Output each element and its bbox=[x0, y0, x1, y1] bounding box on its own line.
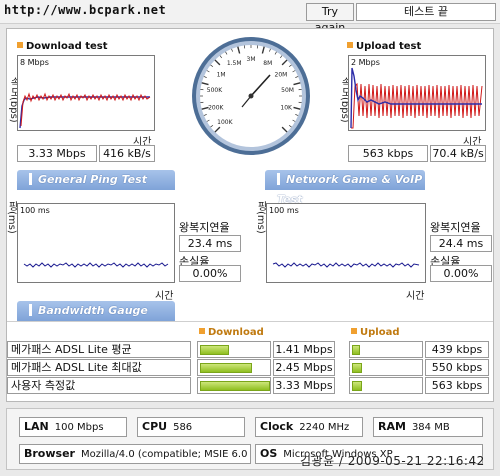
download-bar bbox=[197, 359, 271, 376]
upload-bar bbox=[349, 341, 423, 358]
game-rtt-label: 왕복지연율 bbox=[430, 221, 481, 234]
download-bar bbox=[197, 377, 271, 394]
upload-title: Upload test bbox=[347, 41, 421, 52]
gauge-scale-label: 3M bbox=[247, 56, 256, 63]
cpu-value: 586 bbox=[173, 422, 193, 433]
upload-kbps-value: 563 kbps bbox=[348, 145, 428, 162]
bandwidth-row-label: 메가패스 ADSL Lite 최대값 bbox=[7, 359, 191, 376]
upload-bar-fill bbox=[352, 345, 360, 355]
download-row-value: 2.45 Mbps bbox=[273, 359, 335, 376]
upload-bar bbox=[349, 377, 423, 394]
divider bbox=[7, 321, 493, 322]
upload-kbs-value: 70.4 kB/s bbox=[430, 145, 486, 162]
gauge-hub bbox=[248, 93, 254, 99]
bandwidth-upload-header: Upload bbox=[351, 327, 399, 338]
upload-bar-fill bbox=[352, 363, 362, 373]
clock-value: 2240 MHz bbox=[299, 422, 350, 433]
gauge-scale-label: 10K bbox=[280, 104, 293, 111]
gauge-scale-label: 20M bbox=[275, 71, 288, 78]
cpu-label: CPU bbox=[142, 420, 168, 433]
ping-x-axis-label: 시간 bbox=[155, 291, 174, 302]
os-label: OS bbox=[260, 447, 278, 460]
download-bar-fill bbox=[200, 381, 270, 391]
download-bar-fill bbox=[200, 345, 229, 355]
download-bar-fill bbox=[200, 363, 252, 373]
game-x-axis-label: 시간 bbox=[406, 291, 425, 302]
ram-info: RAM 384 MB bbox=[373, 417, 483, 437]
bullet-icon bbox=[351, 328, 357, 334]
lan-info: LAN 100 Mbps bbox=[19, 417, 127, 437]
download-row-value: 1.41 Mbps bbox=[273, 341, 335, 358]
gauge-scale-label: 1M bbox=[217, 71, 226, 78]
browser-label: Browser bbox=[24, 447, 75, 460]
gauge-scale-label: 500K bbox=[207, 87, 223, 94]
banner-tick-icon bbox=[29, 173, 32, 185]
results-panel: Download test 속도(bps) 8 Mbps 시간 3.33 Mbp… bbox=[6, 28, 494, 402]
timestamp-watermark: 김광윤 / 2009-05-21 22:16:42 bbox=[300, 454, 485, 468]
test-status-field: 테스트 끝 bbox=[356, 3, 496, 21]
ping-trace bbox=[23, 262, 169, 268]
gauge-scale-label: 200K bbox=[208, 104, 224, 111]
site-url[interactable]: http://www.bcpark.net bbox=[4, 3, 166, 17]
download-graph: 8 Mbps bbox=[17, 55, 155, 131]
game-trace bbox=[272, 262, 420, 268]
upload-row-value: 550 kbps bbox=[425, 359, 489, 376]
ping-loss-value: 0.00% bbox=[179, 265, 241, 282]
bandwidth-row-label: 사용자 측정값 bbox=[7, 377, 191, 394]
bullet-icon bbox=[17, 42, 23, 48]
network-game-banner: Network Game & VoIP Test bbox=[265, 170, 425, 206]
bullet-icon bbox=[347, 42, 353, 48]
download-bar bbox=[197, 341, 271, 358]
ram-value: 384 MB bbox=[411, 422, 450, 433]
cpu-info: CPU 586 bbox=[137, 417, 245, 437]
lan-label: LAN bbox=[24, 420, 49, 433]
upload-bar-fill bbox=[352, 381, 362, 391]
banner-tick-icon bbox=[277, 173, 280, 185]
speed-test-window: http://www.bcpark.net Try again 테스트 끝 Do… bbox=[0, 0, 500, 476]
upload-row-value: 563 kbps bbox=[425, 377, 489, 394]
clock-label: Clock bbox=[260, 420, 294, 433]
browser-value: Mozilla/4.0 (compatible; MSIE 6.0 bbox=[80, 449, 248, 460]
gauge-scale-label: 1.5M bbox=[227, 60, 242, 67]
browser-info: Browser Mozilla/4.0 (compatible; MSIE 6.0 bbox=[19, 444, 251, 464]
game-graph: 100 ms bbox=[266, 203, 426, 283]
speed-gauge: 100K 200K 500K 1M 1.5M 3M 8M 20M 50M 10K bbox=[190, 35, 312, 157]
download-trace bbox=[19, 92, 151, 129]
gauge-scale-label: 50M bbox=[281, 87, 294, 94]
download-row-value: 3.33 Mbps bbox=[273, 377, 335, 394]
banner-tick-icon bbox=[29, 304, 32, 316]
lan-value: 100 Mbps bbox=[54, 422, 104, 433]
ram-label: RAM bbox=[378, 420, 406, 433]
clock-info: Clock 2240 MHz bbox=[255, 417, 363, 437]
bandwidth-banner: Bandwidth Gauge bbox=[17, 301, 175, 321]
ping-rtt-label: 왕복지연율 bbox=[179, 221, 230, 234]
download-kbs-value: 416 kB/s bbox=[99, 145, 155, 162]
ping-graph: 100 ms bbox=[17, 203, 175, 283]
game-loss-value: 0.00% bbox=[430, 265, 492, 282]
upload-trace bbox=[350, 67, 483, 129]
upload-bar bbox=[349, 359, 423, 376]
upload-row-value: 439 kbps bbox=[425, 341, 489, 358]
download-mbps-value: 3.33 Mbps bbox=[17, 145, 97, 162]
gauge-scale-label: 100K bbox=[217, 119, 233, 126]
ping-rtt-value: 23.4 ms bbox=[179, 235, 241, 252]
bandwidth-row-label: 메가패스 ADSL Lite 평균 bbox=[7, 341, 191, 358]
bandwidth-download-header: Download bbox=[199, 327, 264, 338]
download-title: Download test bbox=[17, 41, 108, 52]
game-rtt-value: 24.4 ms bbox=[430, 235, 492, 252]
try-again-button[interactable]: Try again bbox=[306, 3, 354, 34]
bullet-icon bbox=[199, 328, 205, 334]
gauge-scale-label: 8M bbox=[263, 60, 272, 67]
upload-graph: 2 Mbps bbox=[348, 55, 486, 131]
header-bar: http://www.bcpark.net Try again 테스트 끝 bbox=[0, 0, 500, 34]
general-ping-banner: General Ping Test bbox=[17, 170, 175, 190]
